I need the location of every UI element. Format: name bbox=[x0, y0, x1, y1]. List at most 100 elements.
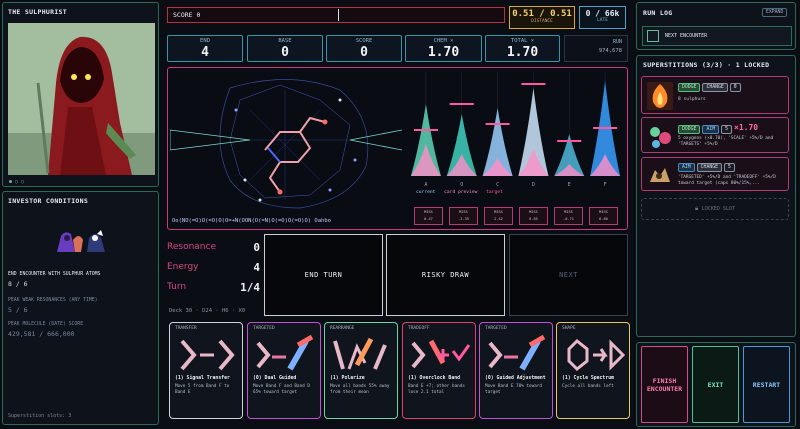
superstition-3[interactable]: AIM CHANGE 5 'TARGETED' +5%/D and 'TRADEOF… bbox=[641, 157, 789, 191]
miss-d-label: MISS bbox=[529, 210, 538, 214]
card-4[interactable]: TRADEOFF (1) Overclock Band Band E +7; oth… bbox=[402, 322, 476, 419]
resonance-value: 0 bbox=[253, 241, 260, 254]
stat-end: END 4 bbox=[167, 35, 243, 62]
stat-total-value: 1.70 bbox=[506, 45, 539, 60]
miss-a: MISS 0.47 bbox=[414, 207, 443, 225]
turn-label: Turn bbox=[167, 282, 187, 292]
miss-b-value: -2.35 bbox=[458, 217, 469, 221]
miss-e: MISS -0.71 bbox=[554, 207, 583, 225]
next-encounter-icon bbox=[647, 30, 659, 42]
next-encounter-row: NEXT ENCOUNTER bbox=[642, 26, 792, 46]
condition-1-value: 8 / 6 bbox=[8, 280, 28, 288]
card-1[interactable]: TRANSFER (1) Signal Transfer Move 5 from B… bbox=[169, 322, 243, 419]
card-2[interactable]: TARGETED (0) Dual Guided Move Band F and B… bbox=[247, 322, 321, 419]
distance-label: DISTANCE bbox=[531, 19, 553, 24]
distance-value: 0.51 / 0.51 bbox=[512, 9, 572, 19]
smiles-string: Oo(NO(=O)O(=O)O(O=+N(OON(O(=N)O(=O)O(=O)… bbox=[172, 218, 331, 224]
spectrum-legend: current card preview target bbox=[416, 190, 503, 195]
portrait-dots[interactable]: ● ○ ○ bbox=[9, 179, 24, 185]
card-type: TARGETED bbox=[485, 326, 507, 331]
card-name: (1) Signal Transfer bbox=[175, 376, 230, 381]
card-3[interactable]: REARRANGE (1) Polarize Move all bands 55% … bbox=[324, 322, 398, 419]
superstition-2-mult: ×1.70 bbox=[734, 123, 759, 132]
expand-button[interactable]: EXPAND bbox=[762, 8, 788, 17]
end-turn-button[interactable]: END TURN bbox=[264, 234, 383, 316]
card-name: (1) Overclock Band bbox=[408, 376, 460, 381]
card-desc: Move Band E 70% toward target bbox=[485, 384, 542, 395]
spectrum-letter: O bbox=[460, 182, 463, 188]
energy-label: Energy bbox=[167, 262, 199, 272]
legend-current: current bbox=[416, 190, 436, 195]
score-marker bbox=[338, 9, 339, 21]
condition-2-label: PEAK WEAK RESONANCES (ANY TIME) bbox=[8, 298, 98, 303]
legend-preview: card preview bbox=[444, 190, 478, 195]
exit-button[interactable]: EXIT bbox=[692, 346, 739, 423]
card-type: TARGETED bbox=[253, 326, 275, 331]
main-view: Oo(NO(=O)O(=O)O(O=+N(OON(O(=N)O(=O)O(=O)… bbox=[167, 67, 628, 230]
molecule-graph[interactable] bbox=[170, 70, 402, 210]
card-name: (1) Polarize bbox=[330, 376, 365, 381]
risky-draw-button[interactable]: RISKY DRAW bbox=[386, 234, 505, 316]
condition-3: PEAK MOLECULE (DATE) SCORE 429,581 / 666… bbox=[8, 322, 158, 338]
miss-readouts: MISS 0.47 MISS -2.35 MISS 2.42 MISS 0.85 MIS… bbox=[414, 207, 626, 227]
oxygen-icon bbox=[647, 122, 673, 150]
tag-change-3: CHANGE bbox=[696, 163, 722, 172]
superstition-1[interactable]: DODGE CHANGE 0 8 sulphurs bbox=[641, 76, 789, 114]
finish-encounter-button[interactable]: FINISH ENCOUNTER bbox=[641, 346, 688, 423]
character-portrait bbox=[8, 23, 155, 175]
card-name: (1) Cycle Spectrum bbox=[562, 376, 614, 381]
superstition-3-tags: AIM CHANGE 5 bbox=[678, 163, 737, 172]
miss-f-value: 6.80 bbox=[599, 217, 608, 221]
miss-c-value: 2.42 bbox=[494, 217, 503, 221]
card-desc: Band E +7; other bands lose 2.1 total bbox=[408, 384, 465, 395]
run-value: 974,678 bbox=[598, 48, 622, 54]
miss-f-label: MISS bbox=[599, 210, 608, 214]
next-encounter-label: NEXT ENCOUNTER bbox=[665, 33, 708, 39]
tag-dodge-2: DODGE bbox=[678, 125, 701, 134]
superstition-1-tags: DODGE CHANGE 0 bbox=[678, 83, 743, 92]
character-panel: THE SULPHURIST ● ○ ○ bbox=[2, 2, 159, 187]
locked-slot: 🔒︎ LOCKED SLOT bbox=[641, 198, 789, 220]
superstition-1-text: 8 sulphurs bbox=[678, 97, 706, 102]
lock-icon: 🔒︎ bbox=[695, 205, 699, 212]
creature-icon bbox=[647, 162, 673, 188]
tag-change: CHANGE bbox=[702, 83, 728, 92]
card-desc: Move all bands 55% away from their mean bbox=[330, 384, 390, 395]
miss-a-label: MISS bbox=[424, 210, 433, 214]
card-rearrange-icon bbox=[333, 337, 387, 370]
tag-dodge: DODGE bbox=[678, 83, 701, 92]
superstition-2-text: 5 oxygens (×0.70), 'SCALE' +5%/D and 'TA… bbox=[678, 136, 774, 147]
investor-avatars bbox=[53, 228, 113, 254]
spectrum-letter: A bbox=[424, 182, 427, 188]
card-desc: Move 5 from Band F to Band E bbox=[175, 384, 230, 395]
stat-score-value: 0 bbox=[360, 45, 368, 60]
spectrum-letter: C bbox=[496, 182, 499, 188]
spectrum-targets bbox=[413, 83, 618, 142]
stat-score: SCORE 0 bbox=[326, 35, 402, 62]
next-button[interactable]: NEXT bbox=[509, 234, 628, 316]
superstition-2[interactable]: DODGE AIM 5 ×1.70 5 oxygens (×0.70), 'SCALE… bbox=[641, 117, 789, 153]
stat-base: BASE 0 bbox=[247, 35, 323, 62]
spectrum-letter: F bbox=[604, 182, 607, 188]
card-6[interactable]: SHAPE (1) Cycle Spectrum Cycle all bands l… bbox=[556, 322, 630, 419]
restart-button[interactable]: RESTART bbox=[743, 346, 790, 423]
condition-1: END ENCOUNTER WITH SULPHUR ATOMS 8 / 6 bbox=[8, 272, 158, 288]
condition-2: PEAK WEAK RESONANCES (ANY TIME) 5 / 6 bbox=[8, 298, 158, 314]
card-5[interactable]: TARGETED (0) Guided Adjustment Move Band E… bbox=[479, 322, 553, 419]
score-label: SCORE 0 bbox=[173, 11, 201, 19]
investor-panel: INVESTOR CONDITIONS END ENCOUNTER WITH S… bbox=[2, 191, 159, 425]
sulphur-icon bbox=[647, 82, 673, 110]
miss-e-label: MISS bbox=[564, 210, 573, 214]
stat-chem-label: CHEM × bbox=[433, 38, 454, 44]
deck-info: Deck 30 · D24 · H6 · X0 bbox=[169, 308, 246, 314]
run-log-title: RUN LOG bbox=[643, 9, 673, 17]
superstition-1-count: 0 bbox=[729, 83, 741, 92]
stat-end-value: 4 bbox=[201, 45, 209, 60]
miss-e-value: -0.71 bbox=[563, 217, 574, 221]
spectrum-letter: D bbox=[532, 182, 535, 188]
card-name: (0) Dual Guided bbox=[253, 376, 297, 381]
superstition-3-count: 5 bbox=[724, 163, 735, 172]
turn-value: 1/4 bbox=[240, 281, 260, 294]
character-title: THE SULPHURIST bbox=[8, 8, 67, 16]
spectrum-letters: AOCDEF bbox=[424, 182, 606, 188]
